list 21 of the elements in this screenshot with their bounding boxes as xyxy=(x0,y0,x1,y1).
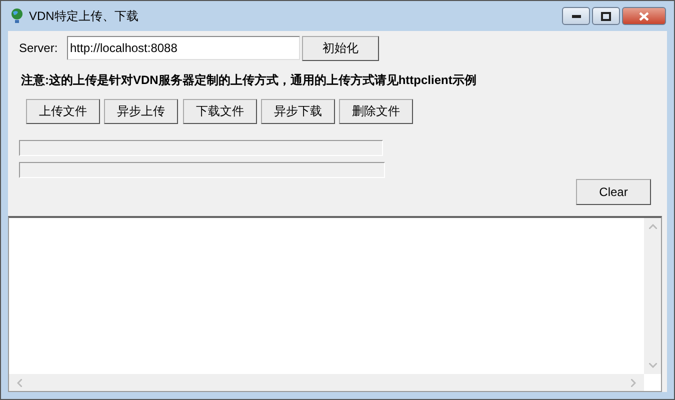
server-field[interactable]: http://localhost:8088 xyxy=(67,36,300,60)
init-button[interactable]: 初始化 xyxy=(302,36,379,60)
vertical-scrollbar[interactable] xyxy=(644,218,661,374)
minimize-button[interactable] xyxy=(562,7,590,25)
horizontal-scrollbar[interactable] xyxy=(9,374,644,391)
server-label: Server: xyxy=(19,41,59,55)
action-button[interactable]: 上传文件 xyxy=(26,99,100,124)
action-button[interactable]: 异步下载 xyxy=(261,99,335,124)
close-button[interactable] xyxy=(622,7,666,25)
clear-button[interactable]: Clear xyxy=(576,179,651,205)
action-button[interactable]: 下载文件 xyxy=(183,99,257,124)
action-button[interactable]: 异步上传 xyxy=(104,99,178,124)
close-icon xyxy=(639,12,649,20)
globe-icon xyxy=(10,8,24,24)
window-title: VDN特定上传、下载 xyxy=(29,8,138,24)
maximize-button[interactable] xyxy=(592,7,620,25)
action-button[interactable]: 删除文件 xyxy=(339,99,413,124)
log-area[interactable] xyxy=(8,216,662,392)
maximize-icon xyxy=(601,12,611,20)
note-text: 注意:这的上传是针对VDN服务器定制的上传方式，通用的上传方式请见httpclient示例 xyxy=(21,72,478,89)
minimize-icon xyxy=(572,14,580,18)
